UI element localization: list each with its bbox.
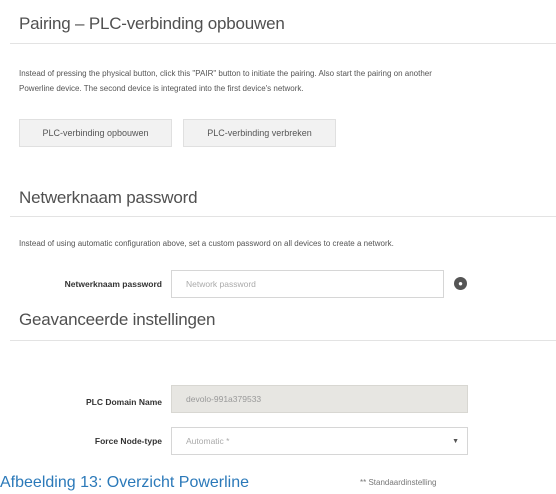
divider [10,216,556,217]
figure-caption: Afbeelding 13: Overzicht Powerline [0,474,250,491]
plc-domain-name-label: PLC Domain Name [85,397,162,407]
pairing-description-line-1: Instead of pressing the physical button,… [19,69,432,78]
divider [10,340,556,341]
divider [10,43,556,44]
plc-build-button[interactable]: PLC-verbinding opbouwen [19,119,172,147]
advanced-settings-title: Geavanceerde instellingen [19,310,216,329]
network-password-title: Netwerknaam password [19,188,198,207]
force-node-type-value: Automatic * [186,436,230,446]
force-node-type-select[interactable]: Automatic * ▼ [171,427,468,455]
plc-leave-button[interactable]: PLC-verbinding verbreken [183,119,336,147]
pairing-title: Pairing – PLC-verbinding opbouwen [19,14,285,33]
eye-icon[interactable]: ● [454,277,467,290]
network-password-input[interactable]: Network password [171,270,444,298]
pairing-description-line-2: Powerline device. The second device is i… [19,84,304,93]
chevron-down-icon: ▼ [452,437,459,445]
network-password-label: Netwerknaam password [64,279,162,289]
default-setting-note: ** Standaardinstelling [360,478,437,487]
network-password-description: Instead of using automatic configuration… [19,239,394,248]
force-node-type-label: Force Node-type [94,436,162,446]
plc-domain-name-field: devolo-991a379533 [171,385,468,413]
